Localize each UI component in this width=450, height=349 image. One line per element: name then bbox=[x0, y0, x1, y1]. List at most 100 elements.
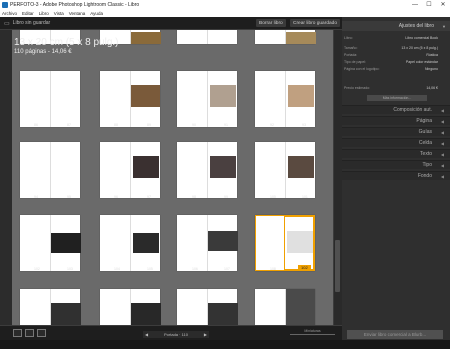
menu-editar[interactable]: Editar bbox=[22, 11, 34, 16]
more-info-button[interactable]: Más información... bbox=[367, 95, 427, 101]
page[interactable] bbox=[284, 71, 315, 127]
spread[interactable] bbox=[100, 142, 160, 198]
page[interactable] bbox=[206, 71, 237, 127]
page[interactable] bbox=[129, 215, 160, 271]
section-type[interactable]: Tipo ◀ bbox=[342, 160, 450, 169]
page[interactable] bbox=[255, 289, 285, 325]
minimize-button[interactable]: — bbox=[408, 0, 422, 9]
section-text[interactable]: Texto ◀ bbox=[342, 149, 450, 158]
page[interactable] bbox=[49, 289, 81, 325]
page[interactable] bbox=[177, 289, 207, 325]
thumbnail-size-slider[interactable]: Miniaturas bbox=[290, 329, 335, 335]
page[interactable] bbox=[206, 30, 237, 44]
collapse-arrow-icon[interactable]: ▼ bbox=[442, 24, 446, 29]
page[interactable] bbox=[20, 289, 50, 325]
prev-page-icon[interactable]: ◀ bbox=[145, 332, 148, 337]
page[interactable] bbox=[49, 142, 80, 198]
clear-book-button[interactable]: Borrar libro bbox=[256, 19, 286, 27]
close-button[interactable]: ✕ bbox=[436, 0, 450, 9]
page[interactable] bbox=[256, 216, 284, 270]
slider-track[interactable] bbox=[290, 334, 335, 335]
page[interactable] bbox=[129, 30, 161, 44]
menu-ayuda[interactable]: Ayuda bbox=[90, 11, 103, 16]
section-page[interactable]: Página ◀ bbox=[342, 116, 450, 125]
setting-value[interactable]: Libro comercial Book bbox=[384, 36, 448, 40]
maximize-button[interactable]: ☐ bbox=[422, 0, 436, 9]
next-page-icon[interactable]: ▶ bbox=[204, 332, 207, 337]
setting-cover[interactable]: Portada: Rústica bbox=[344, 52, 448, 58]
menu-libro[interactable]: Libro bbox=[39, 11, 49, 16]
spread[interactable] bbox=[177, 71, 237, 127]
spread-selected[interactable] bbox=[255, 215, 315, 271]
menu-vista[interactable]: Vista bbox=[54, 11, 64, 16]
spread[interactable] bbox=[255, 142, 315, 198]
page-selected[interactable] bbox=[284, 216, 314, 270]
spread[interactable] bbox=[100, 289, 161, 325]
spread[interactable] bbox=[100, 71, 160, 127]
spread[interactable] bbox=[100, 215, 160, 271]
menu-archivo[interactable]: Archivo bbox=[2, 11, 17, 16]
send-to-blurb-button[interactable]: Enviar libro comercial a Blurb... bbox=[347, 330, 443, 339]
expand-arrow-icon[interactable]: ◀ bbox=[441, 163, 444, 168]
setting-size[interactable]: Tamaño: 13 x 20 cm (5 x 8 pulg.) bbox=[344, 45, 448, 51]
spread[interactable] bbox=[20, 289, 81, 325]
page[interactable] bbox=[177, 71, 207, 127]
page[interactable] bbox=[206, 289, 238, 325]
expand-arrow-icon[interactable]: ◀ bbox=[441, 108, 444, 113]
page[interactable] bbox=[100, 215, 130, 271]
page[interactable] bbox=[177, 215, 207, 271]
page[interactable] bbox=[49, 215, 81, 271]
setting-value[interactable]: Rústica bbox=[384, 53, 448, 57]
spread[interactable] bbox=[20, 215, 81, 271]
page[interactable] bbox=[129, 289, 161, 325]
spread[interactable] bbox=[177, 142, 237, 198]
page[interactable] bbox=[20, 71, 50, 127]
section-background[interactable]: Fondo ◀ bbox=[342, 171, 450, 180]
spread[interactable] bbox=[177, 30, 237, 44]
spread-view-button[interactable] bbox=[25, 329, 34, 337]
setting-book[interactable]: Libro: Libro comercial Book bbox=[344, 35, 448, 41]
spread[interactable] bbox=[20, 71, 80, 127]
page[interactable] bbox=[177, 30, 207, 44]
page[interactable] bbox=[49, 71, 80, 127]
page[interactable] bbox=[100, 71, 130, 127]
setting-paper[interactable]: Tipo de papel: Papel color estándar bbox=[344, 59, 448, 65]
setting-value[interactable]: 13 x 20 cm (5 x 8 pulg.) bbox=[384, 46, 448, 50]
page[interactable] bbox=[284, 30, 316, 44]
menu-ventana[interactable]: Ventana bbox=[69, 11, 86, 16]
section-guides[interactable]: Guías ◀ bbox=[342, 127, 450, 136]
setting-logo-page[interactable]: Página con el logotipo: Ninguno bbox=[344, 66, 448, 72]
spread[interactable] bbox=[255, 71, 315, 127]
page[interactable] bbox=[206, 142, 237, 198]
page[interactable] bbox=[255, 142, 285, 198]
page[interactable] bbox=[177, 142, 207, 198]
back-cover[interactable] bbox=[284, 289, 315, 325]
canvas-scroll-thumb[interactable] bbox=[335, 240, 340, 292]
section-auto-layout[interactable]: Composición aut. ◀ bbox=[342, 105, 450, 114]
single-page-view-button[interactable] bbox=[37, 329, 46, 337]
page[interactable] bbox=[255, 30, 285, 44]
expand-arrow-icon[interactable]: ◀ bbox=[441, 130, 444, 135]
expand-arrow-icon[interactable]: ◀ bbox=[441, 174, 444, 179]
spread-last[interactable] bbox=[255, 289, 315, 325]
page[interactable] bbox=[20, 142, 50, 198]
expand-arrow-icon[interactable]: ◀ bbox=[441, 141, 444, 146]
setting-value[interactable]: Ninguno bbox=[384, 67, 448, 71]
create-saved-book-button[interactable]: Crear libro guardado bbox=[290, 19, 340, 27]
left-panel-collapsed[interactable] bbox=[0, 30, 12, 325]
setting-value[interactable]: Papel color estándar bbox=[384, 60, 448, 64]
page[interactable] bbox=[100, 142, 130, 198]
expand-arrow-icon[interactable]: ◀ bbox=[441, 119, 444, 124]
spread[interactable] bbox=[20, 142, 80, 198]
book-canvas[interactable]: 86 87 88 89 90 91 92 93 94 95 96 97 98 9… bbox=[12, 30, 333, 325]
page[interactable] bbox=[206, 215, 238, 271]
spread[interactable] bbox=[177, 215, 238, 271]
spread[interactable] bbox=[177, 289, 238, 325]
page[interactable] bbox=[284, 142, 315, 198]
page[interactable] bbox=[20, 215, 50, 271]
spread[interactable] bbox=[255, 30, 316, 44]
page[interactable] bbox=[129, 71, 160, 127]
page[interactable] bbox=[129, 142, 160, 198]
expand-arrow-icon[interactable]: ◀ bbox=[441, 152, 444, 157]
multi-page-view-button[interactable] bbox=[13, 329, 22, 337]
